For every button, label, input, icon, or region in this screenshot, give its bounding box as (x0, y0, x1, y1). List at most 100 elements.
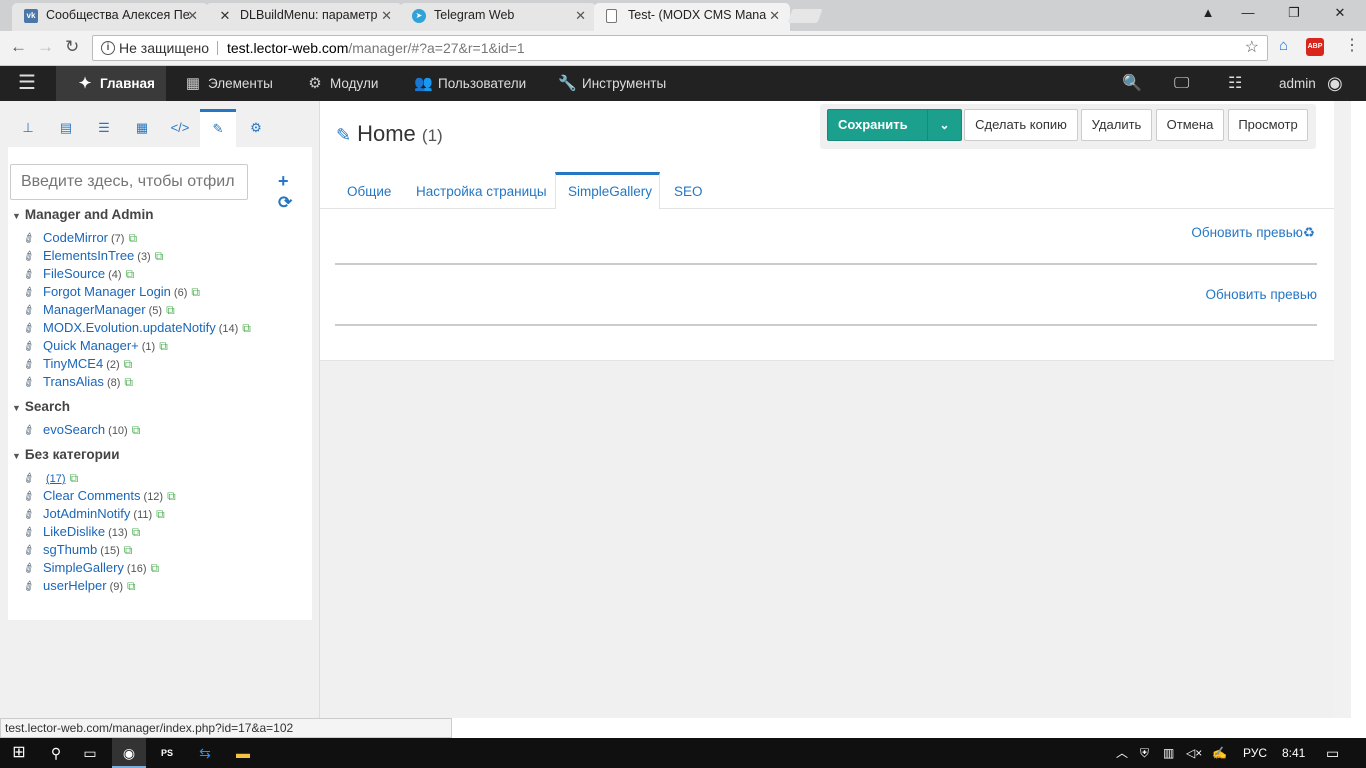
browser-tab-modx[interactable]: Test- (MODX CMS Mana ✕ (594, 3, 790, 31)
external-link-icon[interactable]: ⧉ (159, 339, 168, 353)
tray-expand-icon[interactable]: ︿ (1116, 738, 1128, 768)
add-icon[interactable]: + (278, 171, 289, 192)
refresh-preview-link-1[interactable]: Обновить превью♻ (1191, 225, 1315, 241)
back-icon[interactable]: ← (10, 37, 27, 57)
save-button[interactable]: Сохранить ⌄ (827, 109, 962, 141)
file-explorer-icon[interactable]: ▬ (226, 738, 260, 768)
clock[interactable]: 8:41 (1282, 738, 1305, 768)
external-link-icon[interactable]: ⧉ (166, 303, 175, 317)
sliders-icon[interactable]: ☷ (1228, 66, 1242, 101)
tree-filter-input[interactable] (10, 164, 248, 200)
tvs-icon[interactable]: ☰ (86, 109, 122, 147)
chevron-down-icon[interactable]: ⌄ (927, 110, 961, 140)
refresh-icon[interactable]: ⟳ (278, 193, 292, 213)
plugin-name[interactable]: SimpleGallery (43, 560, 124, 575)
caret-down-icon[interactable]: ▼ (12, 451, 21, 461)
external-link-icon[interactable]: ⧉ (156, 507, 165, 521)
bookmark-star-icon[interactable]: ☆ (1245, 36, 1259, 60)
plugin-name[interactable]: ElementsInTree (43, 248, 134, 263)
plugin-name[interactable]: Clear Comments (43, 488, 141, 503)
search-icon[interactable]: ⚲ (44, 738, 68, 768)
close-icon[interactable]: ✕ (381, 3, 392, 28)
preview-button[interactable]: Просмотр (1228, 109, 1308, 141)
scrollbar[interactable] (1334, 101, 1351, 718)
plugin-item[interactable]: ✐ FileSource (4) ⧉ (21, 265, 135, 284)
plugin-name[interactable]: JotAdminNotify (43, 506, 130, 521)
hamburger-menu-icon[interactable]: ☰ (18, 66, 40, 101)
external-link-icon[interactable]: ⧉ (124, 543, 133, 557)
monitor-icon[interactable]: 🖵 (1174, 66, 1189, 101)
close-icon[interactable]: ✕ (769, 3, 780, 28)
plugins-icon[interactable]: ✎ (200, 109, 236, 147)
extension-icon[interactable]: ⌂ (1279, 37, 1288, 54)
plugin-name[interactable]: FileSource (43, 266, 105, 281)
plugin-name[interactable]: sgThumb (43, 542, 97, 557)
external-link-icon[interactable]: ⧉ (70, 471, 79, 485)
snippets-icon[interactable]: </> (162, 109, 198, 147)
cancel-button[interactable]: Отмена (1156, 109, 1224, 141)
caret-down-icon[interactable]: ▼ (12, 403, 21, 413)
network-icon[interactable]: ▥ (1163, 738, 1174, 768)
tab-page-settings[interactable]: Настройка страницы (404, 172, 559, 209)
language-indicator[interactable]: РУС (1243, 738, 1267, 768)
templates-icon[interactable]: ▤ (48, 109, 84, 147)
address-bar[interactable]: i Не защищено test.lector-web.com/manage… (92, 35, 1268, 61)
plugin-item[interactable]: ✐ sgThumb (15) ⧉ (21, 541, 133, 560)
restore-button[interactable]: ❐ (1274, 4, 1314, 24)
plugin-name[interactable]: TransAlias (43, 374, 104, 389)
external-link-icon[interactable]: ⧉ (124, 375, 133, 389)
plugin-item[interactable]: ✐ evoSearch (10) ⧉ (21, 421, 141, 440)
plugin-item[interactable]: ✐ TransAlias (8) ⧉ (21, 373, 133, 392)
teamviewer-icon[interactable]: ⇆ (188, 738, 222, 768)
reload-icon[interactable]: ↻ (65, 37, 79, 57)
plugin-name[interactable]: LikeDislike (43, 524, 105, 539)
external-link-icon[interactable]: ⧉ (242, 321, 251, 335)
external-link-icon[interactable]: ⧉ (126, 267, 135, 281)
caret-down-icon[interactable]: ▼ (12, 211, 21, 221)
phpstorm-icon[interactable]: PS (150, 738, 184, 768)
plugin-item[interactable]: ✐ SimpleGallery (16) ⧉ (21, 559, 159, 578)
external-link-icon[interactable]: ⧉ (150, 561, 159, 575)
delete-button[interactable]: Удалить (1081, 109, 1152, 141)
external-link-icon[interactable]: ⧉ (127, 579, 136, 593)
browser-tab-dlbuildmenu[interactable]: ✕ DLBuildMenu: параметр ✕ (206, 3, 402, 31)
profile-icon[interactable]: ▲ (1188, 4, 1228, 24)
plugin-item[interactable]: ✐ Forgot Manager Login (6) ⧉ (21, 283, 200, 302)
task-view-icon[interactable]: ▭ (78, 738, 102, 768)
windows-start-icon[interactable]: ⊞ (8, 738, 30, 768)
tree-category[interactable]: ▼ Без категории (12, 447, 120, 462)
plugin-item[interactable]: ✐ CodeMirror (7) ⧉ (21, 229, 137, 248)
external-link-icon[interactable]: ⧉ (155, 249, 164, 263)
url-text[interactable]: test.lector-web.com/manager/#?a=27&r=1&i… (227, 36, 525, 60)
plugin-name[interactable]: CodeMirror (43, 230, 108, 245)
adblock-icon[interactable]: ABP (1306, 38, 1324, 56)
external-link-icon[interactable]: ⧉ (167, 489, 176, 503)
plugin-item[interactable]: ✐ ManagerManager (5) ⧉ (21, 301, 175, 320)
nav-elements[interactable]: ▦ Элементы (184, 66, 273, 101)
window-close-button[interactable]: ✕ (1320, 4, 1360, 24)
chrome-icon[interactable]: ◉ (112, 738, 146, 768)
nav-tools[interactable]: 🔧 Инструменты (558, 66, 666, 101)
chunks-icon[interactable]: ▦ (124, 109, 160, 147)
nav-home[interactable]: ✦ Главная (56, 66, 166, 101)
tab-seo[interactable]: SEO (662, 172, 715, 209)
volume-icon[interactable]: ◁× (1186, 738, 1202, 768)
external-link-icon[interactable]: ⧉ (191, 285, 200, 299)
user-avatar-icon[interactable]: ◉ (1327, 66, 1343, 101)
minimize-button[interactable]: — (1228, 4, 1268, 24)
notifications-icon[interactable]: ▭ (1326, 738, 1339, 768)
external-link-icon[interactable]: ⧉ (124, 357, 133, 371)
plugin-name[interactable]: evoSearch (43, 422, 105, 437)
plugin-item[interactable]: ✐ ElementsInTree (3) ⧉ (21, 247, 164, 266)
security-tray-icon[interactable]: ⛨ (1140, 738, 1149, 768)
search-icon[interactable]: 🔍 (1122, 66, 1142, 101)
plugin-name[interactable]: MODX.Evolution.updateNotify (43, 320, 216, 335)
plugin-item[interactable]: ✐ MODX.Evolution.updateNotify (14) ⧉ (21, 319, 251, 338)
plugin-name[interactable]: ManagerManager (43, 302, 146, 317)
plugin-name[interactable]: userHelper (43, 578, 107, 593)
tab-simplegallery[interactable]: SimpleGallery (555, 172, 660, 210)
tree-category[interactable]: ▼ Manager and Admin (12, 207, 153, 222)
plugin-item[interactable]: ✐ LikeDislike (13) ⧉ (21, 523, 141, 542)
browser-tab-vk[interactable]: vk Сообщества Алексея Пе ✕ (12, 3, 208, 31)
menu-icon[interactable]: ⋮ (1344, 35, 1360, 55)
